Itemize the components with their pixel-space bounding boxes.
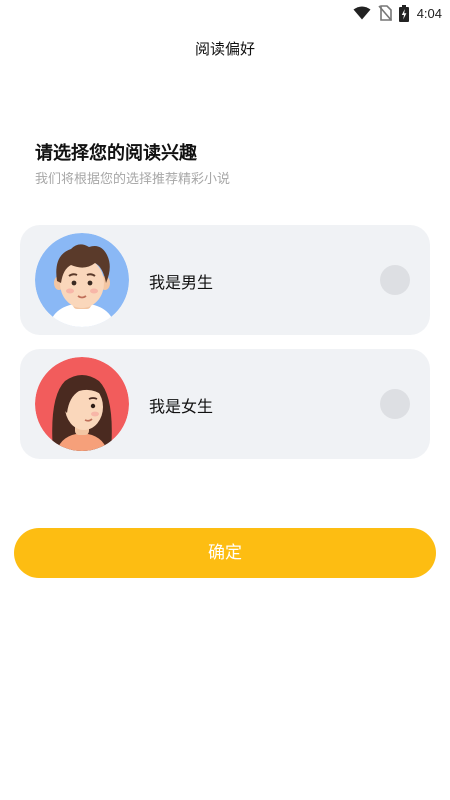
option-male-label: 我是男生 [149,273,214,292]
no-sim-icon [378,5,392,21]
option-male-radio[interactable] [380,265,410,295]
wifi-icon [353,6,371,20]
section-heading: 请选择您的阅读兴趣 [35,143,197,164]
confirm-button[interactable]: 确定 [14,528,436,578]
battery-charging-icon [398,4,409,22]
female-avatar-icon [35,357,129,451]
option-female-radio[interactable] [380,389,410,419]
status-icons: 4:04 [353,3,442,23]
section-subheading: 我们将根据您的选择推荐精彩小说 [35,172,231,187]
option-female-label: 我是女生 [149,397,214,416]
male-avatar-icon [35,233,129,327]
status-bar: 4:04 [0,0,450,26]
page-title: 阅读偏好 [194,40,255,58]
option-female[interactable]: 我是女生 [20,349,430,459]
status-time: 4:04 [416,5,442,21]
option-male[interactable]: 我是男生 [20,225,430,335]
